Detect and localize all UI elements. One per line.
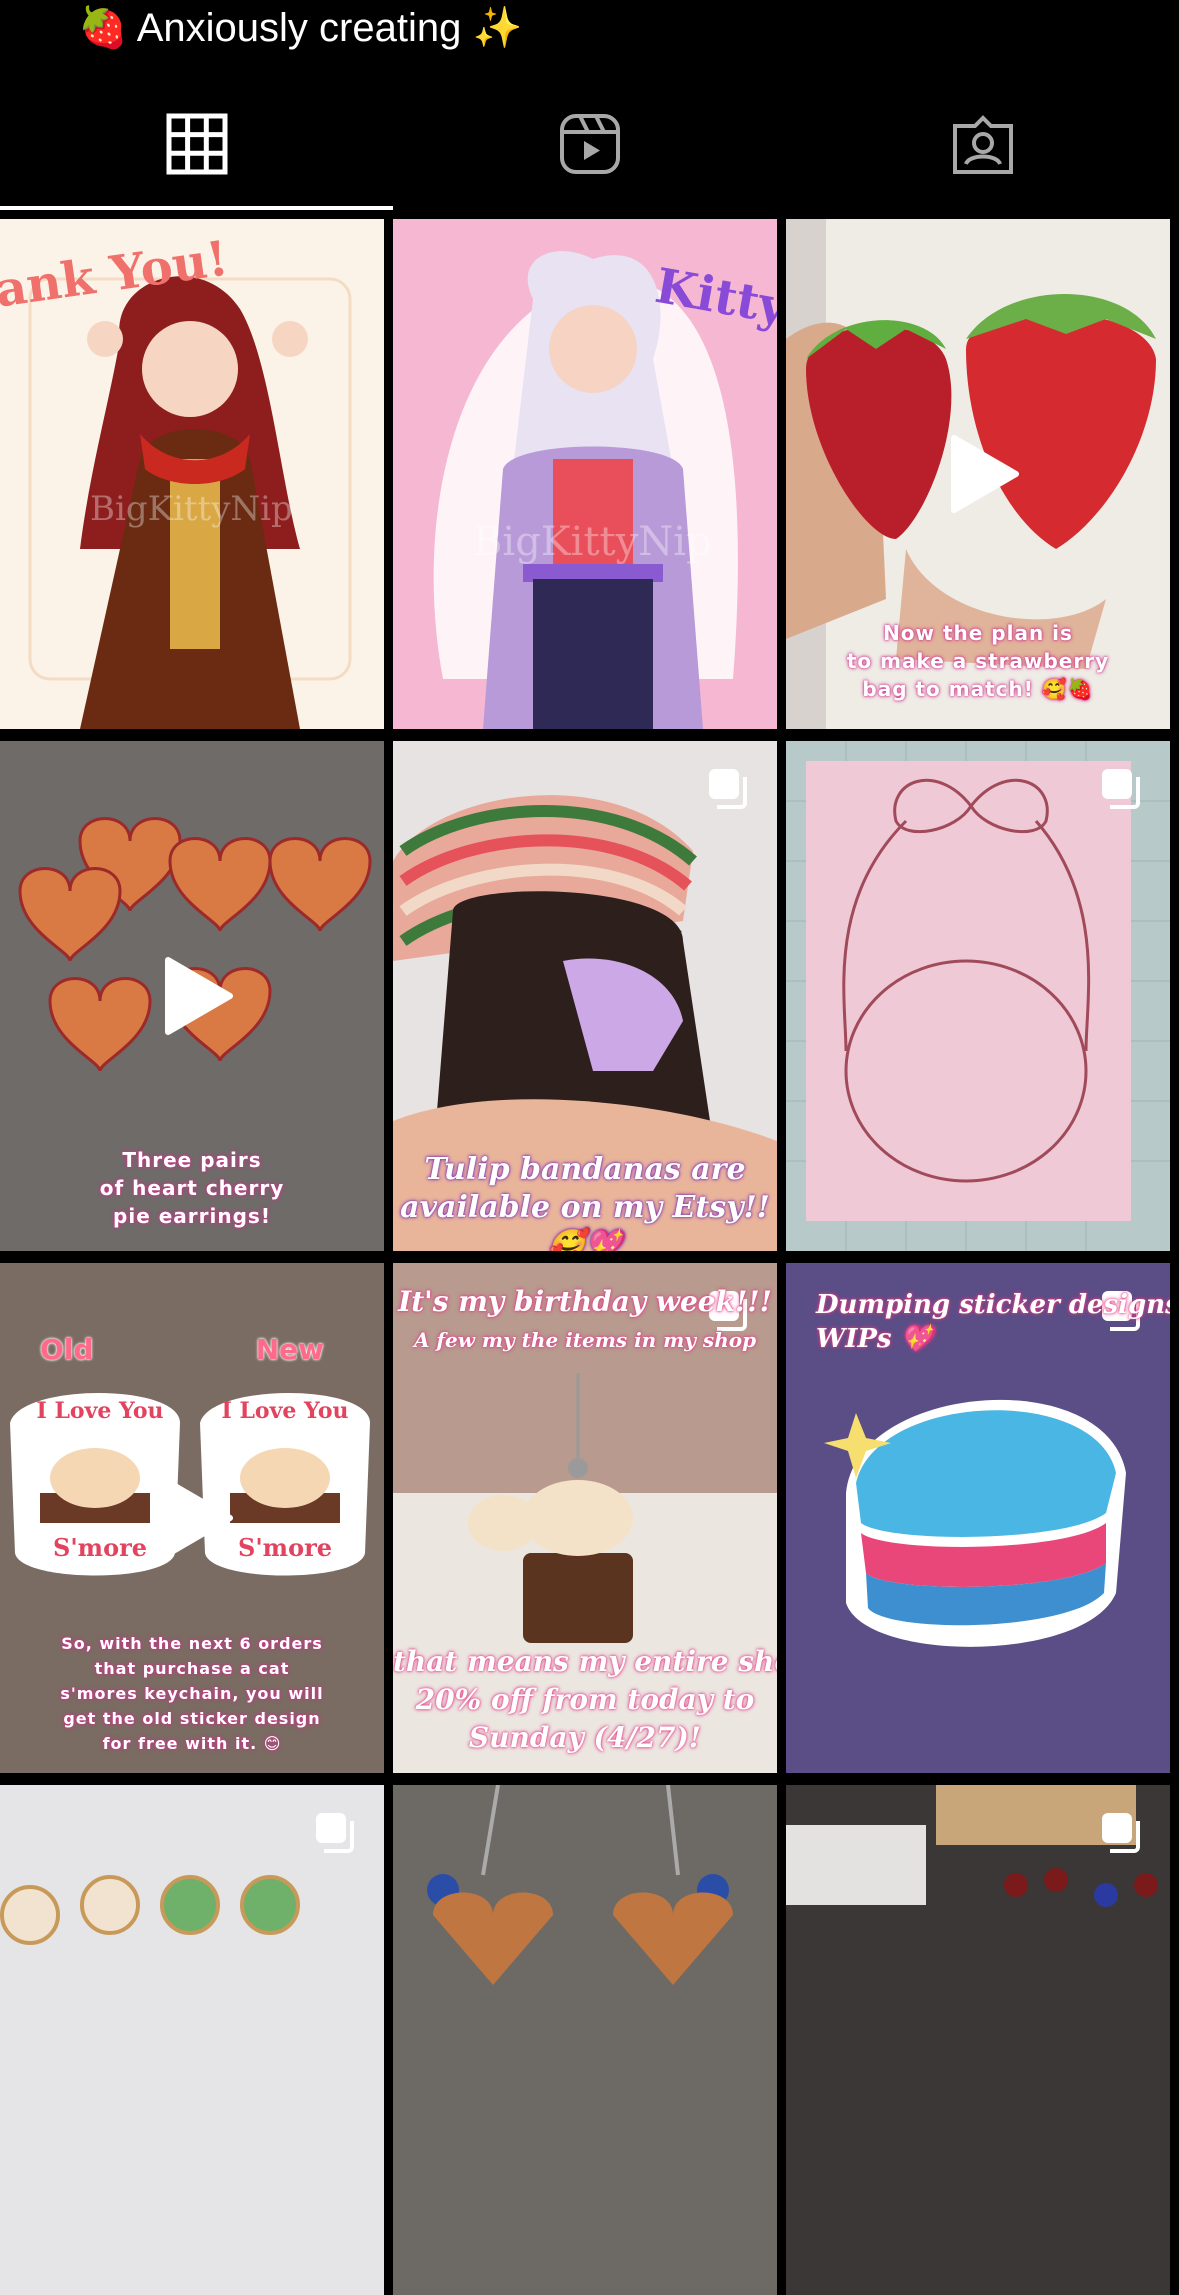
- play-icon: [165, 1479, 233, 1557]
- post-caption: that means my entire shop is 20% off fro…: [393, 1643, 777, 1757]
- caption-line: pie earrings!: [113, 1204, 271, 1228]
- sticker-text: I Love You: [221, 1398, 349, 1424]
- post-caption: Now the plan is to make a strawberry bag…: [786, 619, 1170, 703]
- profile-bio: 🍓 Anxiously creating ✨: [78, 0, 522, 56]
- caption-line: for free with it. 😊: [102, 1734, 282, 1753]
- post-image: [786, 741, 1170, 1251]
- post-thumbnail[interactable]: [0, 1785, 384, 2295]
- caption-line: It's my birthday week!!!: [398, 1285, 772, 1318]
- reels-icon: [559, 114, 620, 174]
- post-caption-top: It's my birthday week!!! A few my the it…: [393, 1283, 777, 1359]
- post-image: [0, 1785, 384, 2295]
- post-label-new: New: [255, 1333, 324, 1366]
- caption-line: 20% off from today to: [415, 1683, 755, 1716]
- posts-grid: hank You! BigKittyNip Kitty BigKittyNip: [0, 219, 1179, 2295]
- post-thumbnail[interactable]: Dumping sticker designs WIPs 💖: [786, 1263, 1170, 1773]
- caption-line: WIPs 💖: [816, 1324, 933, 1354]
- sparkles-emoji: ✨: [472, 5, 523, 51]
- strawberry-emoji: 🍓: [78, 5, 128, 51]
- post-thumbnail[interactable]: hank You! BigKittyNip: [0, 219, 384, 729]
- post-thumbnail[interactable]: [786, 1785, 1170, 2295]
- play-icon: [165, 957, 233, 1035]
- tagged-icon: [952, 115, 1013, 174]
- caption-line: Tulip bandanas are: [424, 1152, 746, 1187]
- caption-line: s'mores keychain, you will: [60, 1684, 324, 1703]
- caption-line: Sunday (4/27)!: [468, 1721, 702, 1754]
- post-thumbnail[interactable]: It's my birthday week!!! A few my the it…: [393, 1263, 777, 1773]
- post-watermark: BigKittyNip: [473, 519, 712, 565]
- post-caption: So, with the next 6 orders that purchase…: [0, 1631, 384, 1756]
- tab-reels[interactable]: [393, 78, 786, 210]
- post-thumbnail[interactable]: Tulip bandanas are available on my Etsy!…: [393, 741, 777, 1251]
- caption-line: So, with the next 6 orders: [61, 1634, 323, 1653]
- bio-text: Anxiously creating: [136, 6, 462, 50]
- grid-icon: [166, 113, 227, 175]
- post-thumbnail[interactable]: Now the plan is to make a strawberry bag…: [786, 219, 1170, 729]
- post-thumbnail[interactable]: Kitty BigKittyNip: [393, 219, 777, 729]
- carousel-icon: [1102, 1813, 1140, 1853]
- caption-line: bag to match! 🥰🍓: [862, 677, 1094, 701]
- caption-line: to make a strawberry: [846, 649, 1110, 673]
- sticker-text: S'more: [53, 1533, 147, 1562]
- post-caption: Three pairs of heart cherry pie earrings…: [0, 1146, 384, 1230]
- caption-line: available on my Etsy!! 🥰💖: [400, 1190, 770, 1251]
- caption-line: that purchase a cat: [94, 1659, 290, 1678]
- post-caption: Tulip bandanas are available on my Etsy!…: [393, 1151, 777, 1251]
- caption-line: of heart cherry: [99, 1176, 285, 1200]
- carousel-icon: [709, 769, 747, 809]
- sticker-text: I Love You: [36, 1398, 164, 1424]
- post-image: [786, 1785, 1170, 2295]
- post-thumbnail[interactable]: Three pairs of heart cherry pie earrings…: [0, 741, 384, 1251]
- post-thumbnail[interactable]: [393, 1785, 777, 2295]
- carousel-icon: [316, 1813, 354, 1853]
- play-icon: [951, 435, 1019, 513]
- carousel-icon: [1102, 769, 1140, 809]
- post-image: [393, 1785, 777, 2295]
- caption-line: Now the plan is: [883, 621, 1073, 645]
- tab-posts-grid[interactable]: [0, 78, 393, 210]
- post-caption: Dumping sticker designs WIPs 💖: [816, 1288, 1170, 1356]
- post-thumbnail[interactable]: Old New I Love You I Love You S'more S'm…: [0, 1263, 384, 1773]
- profile-tabs: [0, 78, 1179, 210]
- post-label-old: Old: [40, 1333, 94, 1366]
- caption-line: Three pairs: [122, 1148, 262, 1172]
- post-watermark: BigKittyNip: [90, 489, 293, 529]
- post-thumbnail[interactable]: [786, 741, 1170, 1251]
- caption-line: A few my the items in my shop: [413, 1328, 757, 1352]
- caption-line: that means my entire shop is: [393, 1645, 777, 1678]
- caption-line: Dumping sticker designs: [816, 1290, 1170, 1320]
- caption-line: get the old sticker design: [63, 1709, 321, 1728]
- tab-tagged[interactable]: [786, 78, 1179, 210]
